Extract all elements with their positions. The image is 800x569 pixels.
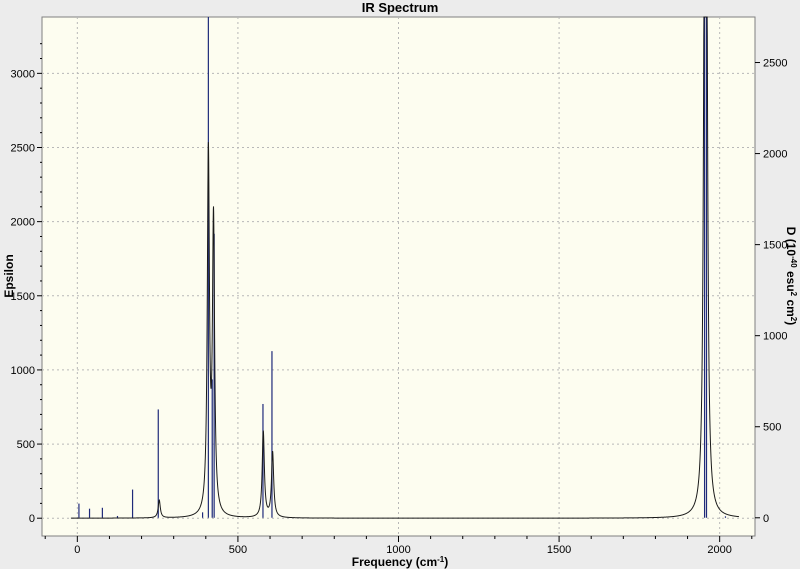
y2-axis-title: D (10-40 esu2 cm2) (784, 227, 798, 326)
y-tick-label-0: 0 (29, 513, 35, 525)
chart-title: IR Spectrum (362, 0, 439, 15)
y2-title-part-1: -40 (789, 256, 798, 268)
y-axis-title: Epsilon (2, 254, 16, 297)
x-tick-label-4: 2000 (707, 544, 731, 556)
y-tick-label-2: 1000 (11, 365, 35, 377)
y2-tick-label-5: 2500 (763, 58, 787, 70)
x-axis-title-main: Frequency (cm (352, 555, 437, 569)
y-tick-label-4: 2000 (11, 217, 35, 229)
y-tick-label-5: 2500 (11, 142, 35, 154)
x-axis-title-end: ) (444, 555, 448, 569)
y2-title-part-6: ) (784, 321, 798, 325)
y2-tick-label-1: 500 (763, 422, 781, 434)
y2-tick-label-3: 1500 (763, 240, 787, 252)
y-tick-label-6: 3000 (11, 68, 35, 80)
x-tick-label-0: 0 (74, 544, 80, 556)
x-tick-label-3: 1500 (547, 544, 571, 556)
y2-title-part-4: cm (784, 296, 798, 317)
ir-spectrum-chart: 0 500 1000 1500 2000 0 500 1000 1500 2000 2500 300… (0, 0, 800, 569)
y2-tick-label-2: 1000 (763, 331, 787, 343)
y2-title-part-2: esu (784, 268, 798, 292)
x-axis-title: Frequency (cm-1) (352, 555, 448, 569)
y2-title-part-0: D (10 (784, 227, 798, 257)
x-tick-label-1: 500 (229, 544, 247, 556)
y-tick-label-1: 500 (17, 439, 35, 451)
y2-tick-label-4: 2000 (763, 149, 787, 161)
y2-tick-label-0: 0 (763, 513, 769, 525)
